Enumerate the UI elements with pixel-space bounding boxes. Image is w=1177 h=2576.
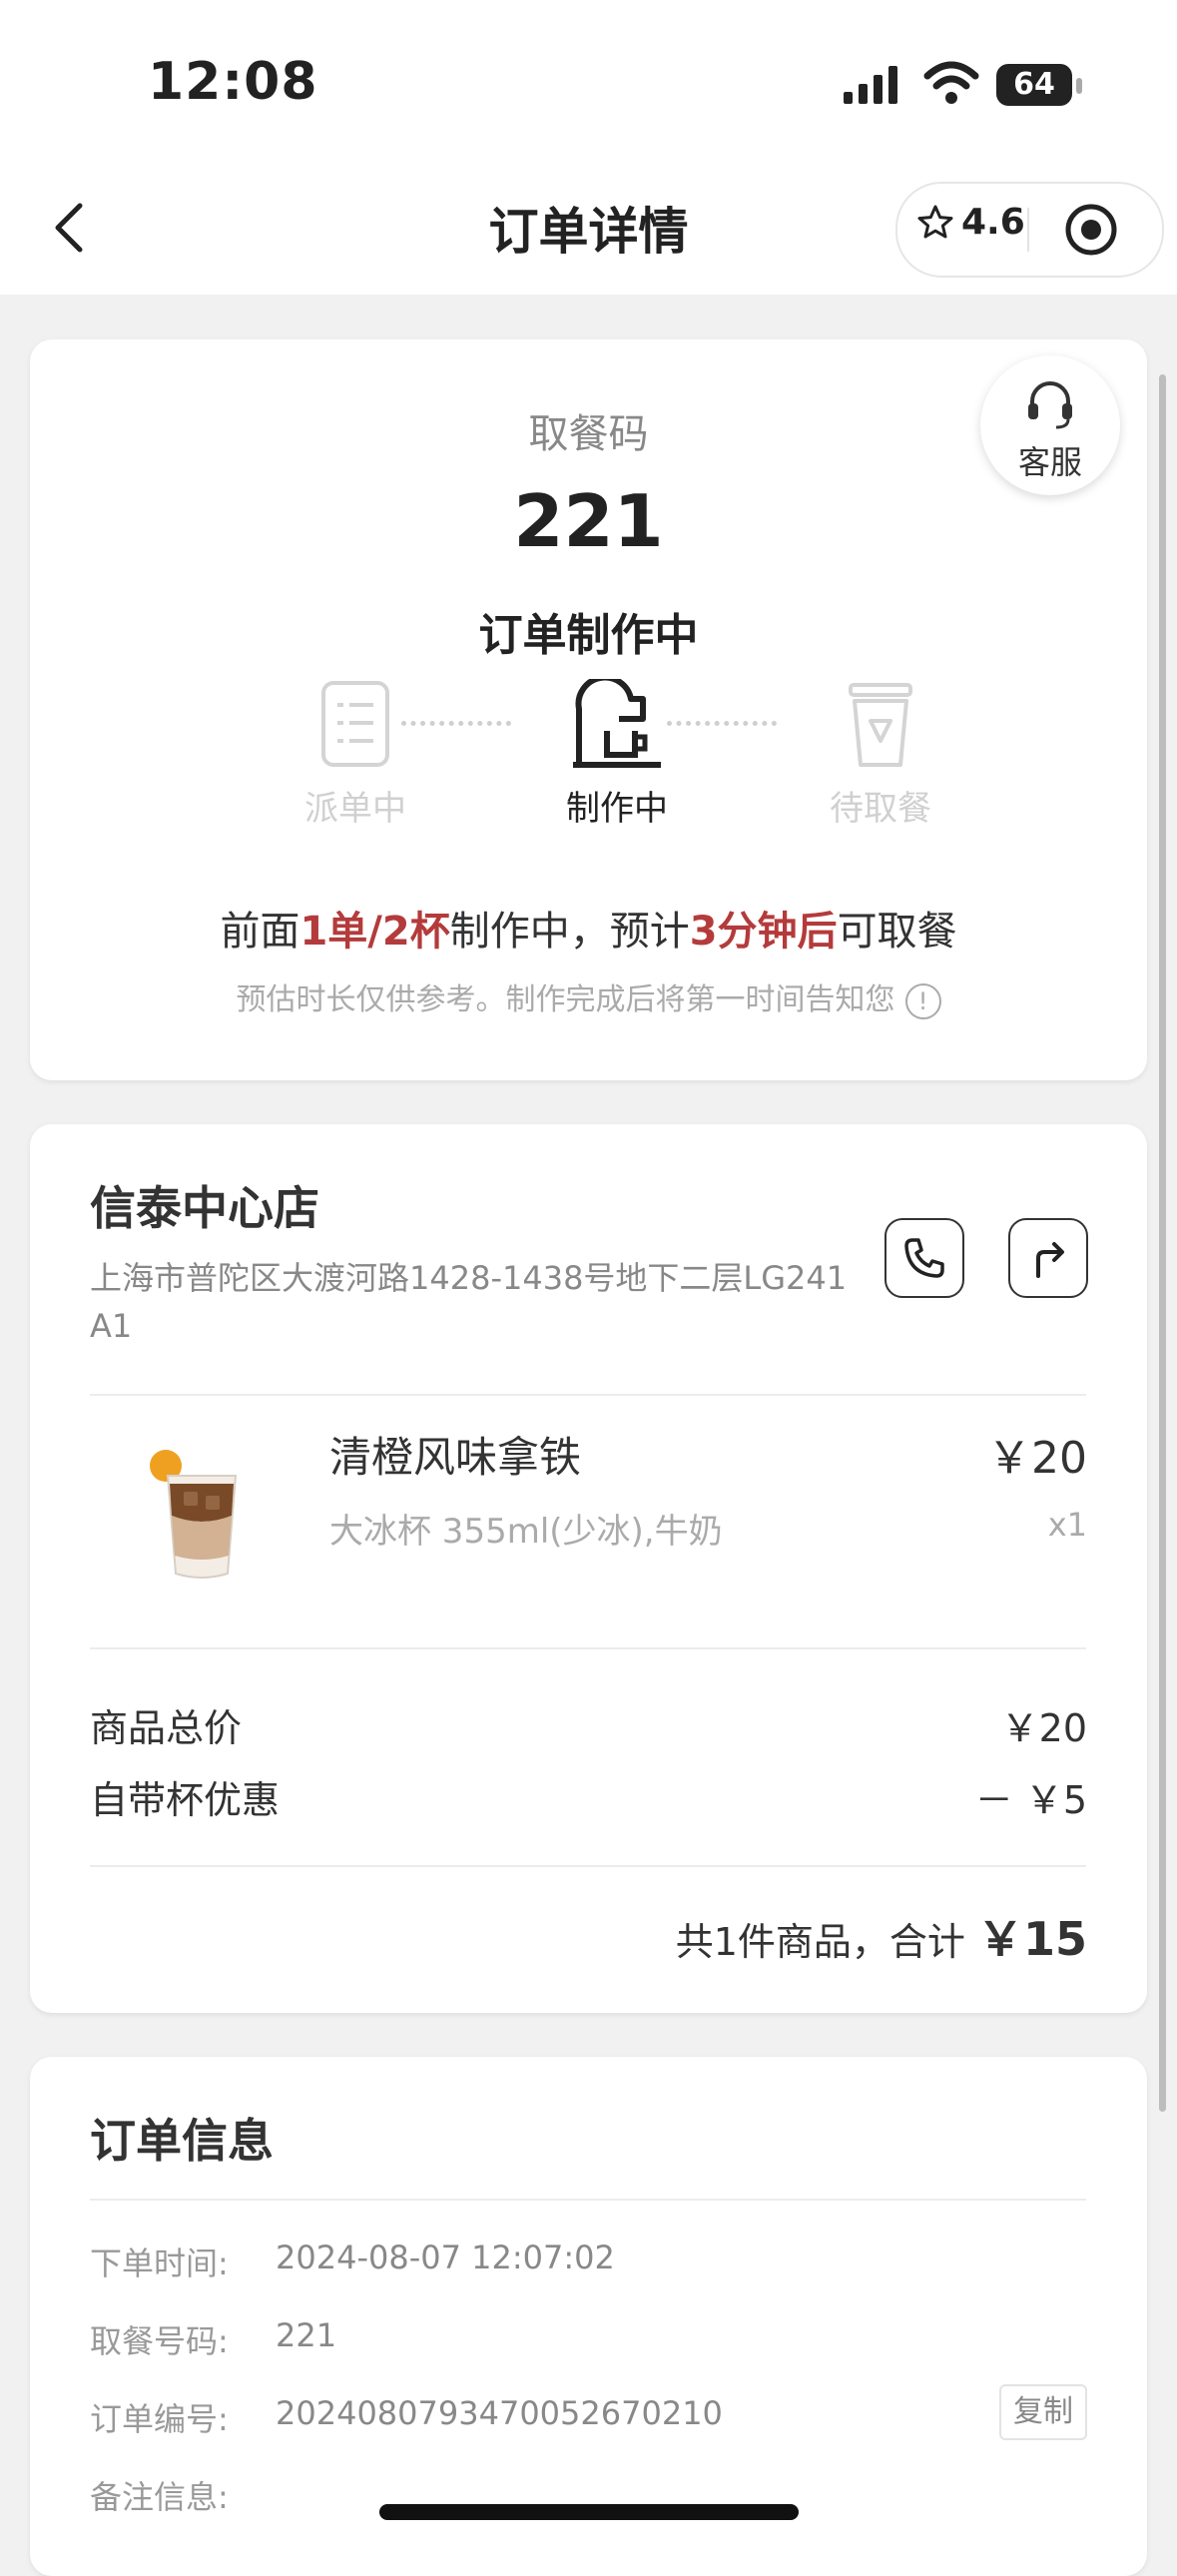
customer-service-label: 客服 bbox=[1017, 443, 1082, 481]
copy-button[interactable]: 复制 bbox=[999, 2384, 1087, 2440]
divider bbox=[90, 2199, 1086, 2201]
step-making-label: 制作中 bbox=[566, 789, 668, 829]
customer-service-button[interactable]: 客服 bbox=[980, 355, 1120, 495]
directions-icon bbox=[1036, 1242, 1064, 1278]
queue-count: 1单/2杯 bbox=[299, 909, 450, 955]
rating-button[interactable]: 4.6 bbox=[915, 202, 1025, 243]
step-connector bbox=[401, 721, 511, 726]
home-indicator[interactable] bbox=[379, 2504, 799, 2520]
headset-icon bbox=[1028, 381, 1072, 429]
step-dispatch-label: 派单中 bbox=[304, 789, 406, 829]
order-time-label: 下单时间: bbox=[90, 2245, 229, 2282]
estimate-note-text: 预估时长仅供参考。制作完成后将第一时间告知您 bbox=[236, 982, 895, 1017]
battery-icon: 64 bbox=[996, 64, 1072, 106]
step-making: 制作中 bbox=[537, 674, 697, 830]
pickup-number-label: 取餐号码: bbox=[90, 2322, 229, 2360]
order-status-title: 订单制作中 bbox=[478, 610, 699, 661]
step-connector bbox=[667, 721, 777, 726]
estimate-note: 预估时长仅供参考。制作完成后将第一时间告知您! bbox=[30, 974, 1147, 1019]
pickup-card: 取餐码 221 订单制作中 客服 派单中 制作中 待取餐 前面1单/2杯制作中，… bbox=[30, 339, 1147, 1080]
order-info-title: 订单信息 bbox=[90, 2114, 274, 2168]
product-price: ￥20 bbox=[987, 1433, 1087, 1484]
order-time-value: 2024-08-07 12:07:02 bbox=[276, 2239, 615, 2276]
pickup-number-value: 221 bbox=[276, 2316, 337, 2354]
phone-icon bbox=[904, 1238, 944, 1278]
scrollbar[interactable] bbox=[1159, 374, 1166, 2112]
store-order-card: 信泰中心店 上海市普陀区大渡河路1428-1438号地下二层LG241A1 清橙… bbox=[30, 1124, 1147, 2013]
mini-program-capsule: 4.6 bbox=[895, 182, 1164, 278]
divider bbox=[90, 1865, 1086, 1867]
queue-prefix: 前面 bbox=[220, 909, 300, 955]
store-address: 上海市普陀区大渡河路1428-1438号地下二层LG241A1 bbox=[90, 1259, 848, 1345]
cellular-signal-icon bbox=[844, 66, 897, 104]
queue-estimate: 前面1单/2杯制作中，预计3分钟后可取餐 bbox=[30, 899, 1147, 957]
remark-label: 备注信息: bbox=[90, 2478, 229, 2516]
order-number-label: 订单编号: bbox=[90, 2400, 229, 2438]
step-ready-label: 待取餐 bbox=[830, 789, 931, 829]
discount-label: 自带杯优惠 bbox=[90, 1778, 281, 1822]
navigate-button[interactable] bbox=[1008, 1218, 1088, 1298]
star-icon bbox=[917, 205, 953, 238]
product-image bbox=[150, 1450, 238, 1579]
status-time: 12:08 bbox=[148, 52, 318, 112]
product-quantity: x1 bbox=[1047, 1506, 1087, 1544]
queue-suffix: 可取餐 bbox=[837, 909, 957, 955]
info-icon[interactable]: ! bbox=[904, 982, 941, 1019]
close-target-icon[interactable] bbox=[1063, 202, 1119, 258]
subtotal-label: 商品总价 bbox=[90, 1706, 243, 1750]
coffee-machine-icon bbox=[573, 674, 661, 768]
store-name: 信泰中心店 bbox=[90, 1181, 319, 1235]
call-store-button[interactable] bbox=[884, 1218, 964, 1298]
discount-value: － ￥5 bbox=[974, 1778, 1087, 1822]
order-list-icon bbox=[321, 681, 389, 767]
queue-middle: 制作中，预计 bbox=[449, 909, 690, 955]
wifi-icon bbox=[923, 61, 979, 104]
nav-bar: 订单详情 4.6 bbox=[0, 170, 1177, 295]
battery-tip bbox=[1076, 78, 1082, 94]
product-spec: 大冰杯 355ml(少冰),牛奶 bbox=[329, 1512, 723, 1552]
divider bbox=[90, 1647, 1086, 1649]
status-bar: 12:08 64 bbox=[0, 0, 1177, 170]
total-prefix: 共1件商品，合计 bbox=[675, 1920, 965, 1964]
order-total: 共1件商品，合计 ￥15 bbox=[676, 1903, 1087, 1969]
order-info-card: 订单信息 下单时间: 2024-08-07 12:07:02 取餐号码: 221… bbox=[30, 2057, 1147, 2576]
queue-eta: 3分钟后 bbox=[689, 909, 838, 955]
pickup-code: 221 bbox=[513, 479, 664, 563]
total-amount: ￥15 bbox=[976, 1912, 1087, 1966]
cup-icon bbox=[849, 683, 912, 767]
rating-value: 4.6 bbox=[961, 202, 1025, 243]
order-number-value: 20240807934700526702​10 bbox=[276, 2394, 723, 2432]
capsule-divider bbox=[1027, 208, 1029, 252]
step-dispatch: 派单中 bbox=[276, 679, 435, 830]
divider bbox=[90, 1394, 1086, 1396]
subtotal-value: ￥20 bbox=[1000, 1706, 1087, 1750]
step-ready: 待取餐 bbox=[801, 679, 960, 830]
product-name: 清橙风味拿铁 bbox=[329, 1433, 582, 1482]
